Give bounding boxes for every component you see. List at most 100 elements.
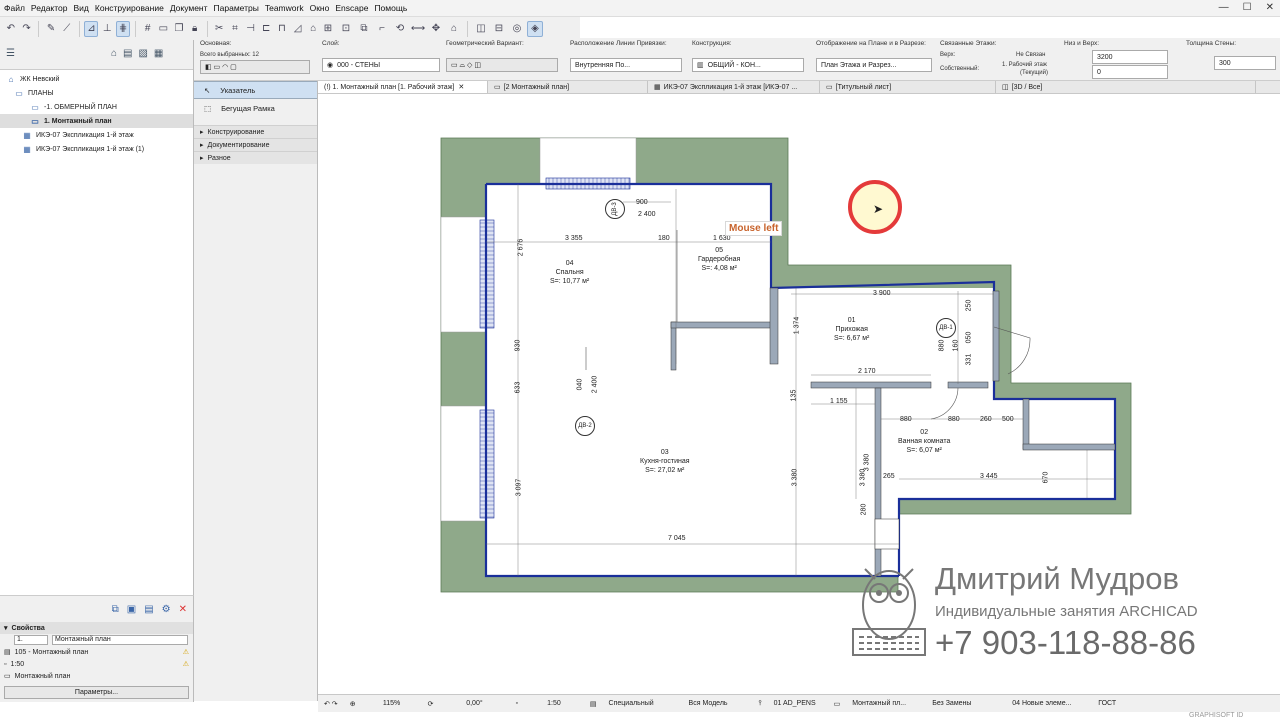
tab-title-sheet[interactable]: ▭ [Титульный лист] (820, 81, 996, 93)
adjust-icon[interactable]: ⊏ (259, 21, 273, 37)
angle-value[interactable]: 0,00° (439, 700, 509, 707)
view-value[interactable]: Монтажный пл... (846, 700, 926, 707)
door-marker[interactable]: ДВ-1 (936, 318, 956, 338)
clone-folder-icon[interactable]: ▣ (127, 604, 136, 615)
tab-montage-plan[interactable]: (!) 1. Монтажный план [1. Рабочий этаж] ✕ (318, 81, 488, 93)
minimize-icon[interactable]: — (1219, 2, 1229, 13)
toolbox-group-design[interactable]: ▸ Конструирование (194, 125, 317, 138)
eyedropper-icon[interactable]: ✎ (44, 21, 58, 37)
menu-help[interactable]: Помощь (374, 3, 407, 13)
menu-teamwork[interactable]: Teamwork (265, 3, 304, 13)
model-view-value[interactable]: Вся Модель (683, 700, 753, 707)
top-value[interactable]: Не Связан (1016, 52, 1045, 58)
tool-marquee[interactable]: ⬚ Бегущая Рамка (194, 99, 317, 117)
room-stamp[interactable]: 05 Гардеробная S=: 4,08 м² (698, 246, 740, 273)
menu-edit[interactable]: Редактор (31, 3, 68, 13)
rotate-icon[interactable]: ⟲ (392, 21, 408, 37)
override-value[interactable]: Без Замены (926, 700, 1006, 707)
mirror-icon[interactable]: ⟷ (410, 21, 426, 37)
undo-icon[interactable]: ↶ (4, 21, 18, 37)
scissors-icon[interactable]: ✂ (212, 21, 226, 37)
room-stamp[interactable]: 03 Кухня-гостиная S=: 27,02 м² (640, 448, 690, 475)
delete-icon[interactable]: ✕ (179, 604, 187, 615)
grid-snap-icon[interactable]: ⋕ (116, 20, 130, 37)
pen-set-value[interactable]: 01 AD_PENS (768, 700, 828, 707)
menu-document[interactable]: Документ (170, 3, 208, 13)
guide-line-icon[interactable]: ⊿ (84, 20, 99, 37)
3d-window-icon[interactable]: ◫ (473, 21, 489, 37)
collapse-icon[interactable]: ▾ (4, 624, 8, 632)
view-map-icon[interactable]: ▤ (123, 48, 132, 59)
room-stamp[interactable]: 02 Ванная комната S=: 6,07 м² (898, 428, 950, 455)
syringe-icon[interactable]: ⟋ (60, 21, 74, 37)
explode-icon[interactable]: ⊞ (320, 21, 336, 37)
settings-icon[interactable]: ⚙ (162, 604, 171, 615)
offset-icon[interactable]: ⌐ (374, 21, 390, 37)
tree-item-plans[interactable]: ▭ ПЛАНЫ (0, 86, 193, 100)
wall-type-buttons[interactable]: ◧ ▭ ◠ ▢ (200, 60, 310, 74)
grid-icon[interactable]: # (141, 21, 155, 37)
rotate-view-icon[interactable]: ⟳ (422, 700, 440, 708)
zoom-icon[interactable]: ⊕ (344, 700, 362, 708)
geometry-method-buttons[interactable]: ▭ ⌓ ◇ ◫ (446, 58, 558, 72)
project-map-icon[interactable]: ⌂ (111, 48, 117, 59)
zoom-value[interactable]: 115% (362, 700, 422, 707)
menu-view[interactable]: Вид (74, 3, 89, 13)
renovation-value[interactable]: 04 Новые элеме... (1006, 700, 1092, 707)
menu-file[interactable]: Файл (4, 3, 25, 13)
house-icon[interactable]: ⌂ (306, 21, 320, 37)
close-icon[interactable]: ✕ (1266, 2, 1274, 13)
renovation-icon[interactable]: ⌂ (446, 21, 462, 37)
redo-icon[interactable]: ↷ (20, 21, 34, 37)
render-icon[interactable]: ◎ (509, 21, 525, 37)
door-marker[interactable]: ДВ-3 (605, 199, 625, 219)
bottom-height-input[interactable]: 0 (1092, 65, 1168, 79)
tree-item-survey-plan[interactable]: ▭ -1. ОБМЕРНЫЙ ПЛАН (0, 100, 193, 114)
room-stamp[interactable]: 04 Спальня S=: 10,77 м² (550, 259, 589, 286)
display-select[interactable]: План Этажа и Разрез... (816, 58, 932, 72)
3d-navigation-icon[interactable]: ◈ (527, 20, 543, 37)
room-stamp[interactable]: 01 Прихожая S=: 6,67 м² (834, 316, 869, 343)
suspend-groups-icon[interactable]: ⧉ (356, 21, 372, 37)
layer-icon[interactable]: ❐ (172, 21, 186, 37)
lock-icon[interactable]: 🔒︎ (188, 21, 202, 37)
navigator-menu-icon[interactable]: ☰ (6, 48, 15, 59)
tool-pointer[interactable]: ↖ Указатель (194, 81, 317, 99)
view-id-field[interactable]: 1. (14, 635, 48, 645)
ruler-icon[interactable]: ▭ (157, 21, 171, 37)
scale-value[interactable]: 1:50 (524, 700, 584, 707)
section-icon[interactable]: ⊟ (491, 21, 507, 37)
new-view-icon[interactable]: ⧉ (112, 604, 119, 615)
layout-book-icon[interactable]: ▧ (138, 48, 147, 59)
thickness-input[interactable]: 300 (1214, 56, 1276, 70)
undo-view-icon[interactable]: ↶ ↷ (318, 700, 344, 708)
intersect-icon[interactable]: ⊓ (275, 21, 289, 37)
toolbox-group-document[interactable]: ▸ Документирование (194, 138, 317, 151)
tree-item-schedule-copy[interactable]: ▦ ИКЭ-07 Экспликация 1-й этаж (1) (0, 142, 193, 156)
close-icon[interactable]: ✕ (458, 83, 464, 91)
group-icon[interactable]: ⊡ (338, 21, 354, 37)
top-height-input[interactable]: 3200 (1092, 50, 1168, 64)
save-view-icon[interactable]: ▤ (144, 604, 153, 615)
own-value[interactable]: 1. Рабочий этаж (1002, 62, 1047, 68)
tab-montage-plan-2[interactable]: ▭ [2 Монтажный план] (488, 81, 648, 93)
construction-select[interactable]: ▥ ОБЩИЙ - КОН... (692, 58, 804, 72)
publisher-icon[interactable]: ▦ (154, 48, 163, 59)
view-name-field[interactable]: Монтажный план (52, 635, 188, 645)
parameters-button[interactable]: Параметры... (4, 686, 189, 699)
tree-item-project[interactable]: ⌂ ЖК Невский (0, 72, 193, 86)
menu-options[interactable]: Параметры (214, 3, 259, 13)
toolbox-group-more[interactable]: ▸ Разное (194, 151, 317, 164)
standard-value[interactable]: ГОСТ (1092, 700, 1122, 707)
reference-line-select[interactable]: Внутренняя По... (570, 58, 682, 72)
tree-item-montage-plan[interactable]: ▭ 1. Монтажный план (0, 114, 193, 128)
door-marker[interactable]: ДВ-2 (575, 416, 595, 436)
tab-schedule[interactable]: ▦ ИКЭ-07 Экспликация 1-й этаж [ИКЭ-07 ... (648, 81, 820, 93)
tree-item-schedule[interactable]: ▦ ИКЭ-07 Экспликация 1-й этаж (0, 128, 193, 142)
menu-enscape[interactable]: Enscape (335, 3, 368, 13)
layer-combo-value[interactable]: Специальный (603, 700, 683, 707)
drag-icon[interactable]: ✥ (428, 21, 444, 37)
maximize-icon[interactable]: ☐ (1243, 2, 1252, 13)
menu-design[interactable]: Конструирование (95, 3, 164, 13)
tab-3d[interactable]: ◫ [3D / Все] (996, 81, 1256, 93)
